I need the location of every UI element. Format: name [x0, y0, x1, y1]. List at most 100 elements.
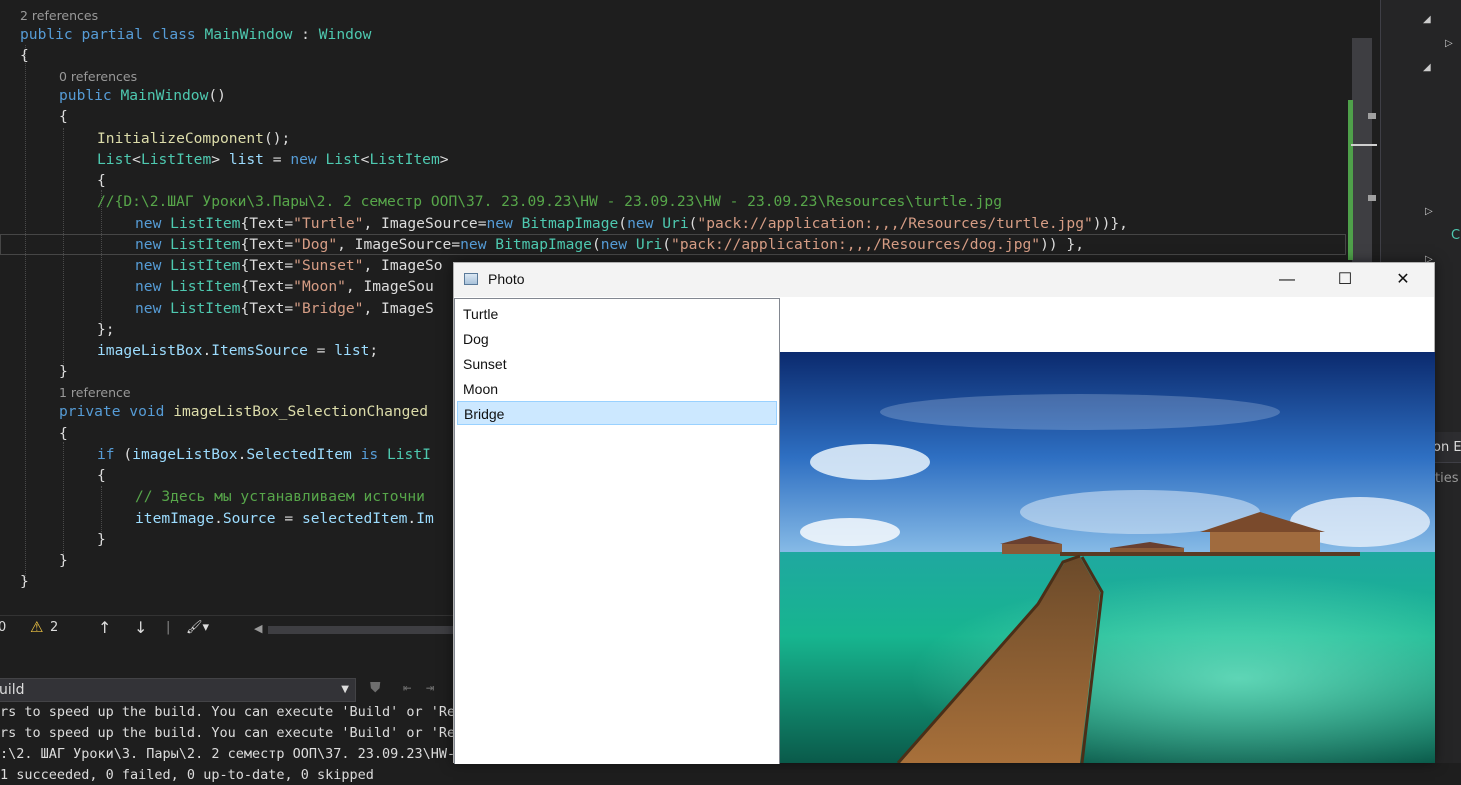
code-token: , ImageSource= — [337, 236, 461, 253]
prev-message-icon[interactable]: ⇤ — [403, 680, 411, 696]
code-token: new — [290, 151, 326, 168]
indent-guide — [63, 128, 64, 368]
editor-status-bar: 0 ⚠ 2 ↑ ↓ | 🖌▾ ◀ — [0, 615, 460, 643]
code-token: ( — [662, 236, 672, 253]
photo-app-window[interactable]: Photo — ☐ ✕ Turtle Dog Sunset Moon Bridg… — [453, 262, 1435, 764]
code-token: SelectedItem — [246, 446, 352, 463]
code-line[interactable]: List<ListItem> list = new List<ListItem> — [97, 149, 449, 170]
code-token: . — [202, 342, 212, 359]
code-token: Source — [222, 510, 276, 527]
output-line: rs to speed up the build. You can execut… — [0, 725, 464, 741]
code-line[interactable]: new ListItem{Text="Dog", ImageSource=new… — [135, 234, 1084, 255]
code-token: = — [307, 342, 335, 359]
code-token: ListItem — [170, 257, 241, 274]
code-token: . — [407, 510, 417, 527]
code-line[interactable]: }; — [97, 319, 115, 340]
code-line[interactable]: new ListItem{Text="Bridge", ImageS — [135, 298, 434, 319]
maximize-button[interactable]: ☐ — [1316, 263, 1374, 297]
expand-down-icon[interactable]: ◢ — [1423, 62, 1431, 73]
code-line[interactable]: } — [59, 550, 68, 571]
list-item-turtle[interactable]: Turtle — [457, 302, 777, 326]
code-line[interactable]: new ListItem{Text="Turtle", ImageSource=… — [135, 213, 1128, 234]
bridge-over-lagoon-photo — [780, 352, 1435, 763]
code-line[interactable]: new ListItem{Text="Sunset", ImageSo — [135, 255, 443, 276]
code-line[interactable]: // Здесь мы устанавливаем источни — [135, 486, 425, 507]
code-token: Im — [416, 510, 434, 527]
output-line: 1 succeeded, 0 failed, 0 up-to-date, 0 s… — [0, 767, 374, 783]
window-titlebar[interactable]: Photo — ☐ ✕ — [454, 263, 1434, 297]
codelens-class-references[interactable]: 2 references — [20, 8, 98, 23]
panel-tab-fragment: ties — [1435, 471, 1459, 486]
code-line[interactable]: public partial class MainWindow : Window — [20, 24, 371, 45]
next-message-icon[interactable]: ⇥ — [426, 680, 434, 696]
code-cleanup-icon[interactable]: 🖌▾ — [186, 620, 209, 635]
code-token: {Text= — [240, 236, 294, 253]
codelens-handler-references[interactable]: 1 reference — [59, 385, 131, 400]
indent-guide — [101, 486, 102, 534]
code-line[interactable]: private void imageListBox_SelectionChang… — [59, 401, 428, 422]
code-line[interactable]: InitializeComponent(); — [97, 128, 290, 149]
close-button[interactable]: ✕ — [1374, 263, 1432, 297]
code-token: )) }, — [1040, 236, 1085, 253]
chevron-down-icon: ▼ — [341, 684, 349, 695]
list-item-bridge[interactable]: Bridge — [457, 401, 777, 425]
error-count[interactable]: 0 — [0, 620, 6, 635]
code-token: new — [600, 236, 636, 253]
arrow-down-icon[interactable]: ↓ — [134, 618, 147, 637]
image-list-box[interactable]: Turtle Dog Sunset Moon Bridge — [454, 298, 780, 764]
code-line[interactable]: } — [20, 571, 29, 592]
code-token: InitializeComponent — [97, 130, 264, 147]
code-token: > — [439, 151, 449, 168]
horizontal-scroll-thumb[interactable] — [268, 626, 458, 634]
indent-guide — [63, 442, 64, 554]
code-line[interactable]: } — [59, 361, 68, 382]
code-token: Uri — [635, 236, 663, 253]
code-line[interactable]: } — [97, 529, 106, 550]
codelens-ctor-references[interactable]: 0 references — [59, 69, 137, 84]
code-token: Uri — [662, 215, 689, 232]
code-line[interactable]: { — [20, 45, 29, 66]
code-line[interactable]: public MainWindow() — [59, 85, 226, 106]
arrow-up-icon[interactable]: ↑ — [98, 618, 111, 637]
code-token: ListItem — [170, 278, 241, 295]
list-item-sunset[interactable]: Sunset — [457, 352, 777, 376]
code-token: new — [135, 278, 171, 295]
code-line[interactable]: new ListItem{Text="Moon", ImageSou — [135, 276, 434, 297]
code-token: public — [59, 87, 121, 104]
code-line[interactable]: { — [97, 465, 106, 486]
code-token: ListItem — [170, 300, 241, 317]
scroll-left-icon[interactable]: ◀ — [254, 622, 262, 635]
code-token: imageListBox — [97, 342, 203, 359]
output-source-value: uild — [0, 682, 25, 698]
code-token: "Moon" — [293, 278, 346, 295]
code-line[interactable]: //{D:\2.ШАГ Уроки\3.Пары\2. 2 семестр ОО… — [97, 191, 1002, 212]
list-item-dog[interactable]: Dog — [457, 327, 777, 351]
code-line[interactable]: { — [59, 423, 68, 444]
code-token: "Bridge" — [293, 300, 364, 317]
expand-down-icon[interactable]: ◢ — [1423, 14, 1431, 25]
code-token: "Dog" — [293, 236, 338, 253]
code-line[interactable]: { — [59, 106, 68, 127]
code-line[interactable]: imageListBox.ItemsSource = list; — [97, 340, 378, 361]
code-token: < — [132, 151, 141, 168]
code-token: ListItem — [140, 151, 212, 168]
find-message-icon[interactable]: ⛊ — [370, 680, 381, 696]
minimize-button[interactable]: — — [1258, 263, 1316, 297]
expand-right-icon[interactable]: ▷ — [1425, 206, 1433, 217]
output-source-select[interactable]: uild ▼ — [0, 678, 356, 702]
code-line[interactable]: if (imageListBox.SelectedItem is ListI — [97, 444, 431, 465]
list-item-moon[interactable]: Moon — [457, 377, 777, 401]
code-token: {Text= — [240, 300, 294, 317]
code-token: = — [263, 151, 291, 168]
code-token: { — [97, 467, 106, 484]
expand-right-icon[interactable]: ▷ — [1445, 38, 1453, 49]
code-token: (); — [263, 130, 291, 147]
code-token: BitmapImage — [521, 215, 619, 232]
scroll-caret-marker — [1351, 144, 1377, 146]
warning-count[interactable]: 2 — [50, 620, 58, 635]
code-token: . — [214, 510, 223, 527]
editor-scroll-thumb[interactable] — [1352, 38, 1372, 268]
code-line[interactable]: { — [97, 170, 106, 191]
code-line[interactable]: itemImage.Source = selectedItem.Im — [135, 508, 434, 529]
code-token: () — [208, 87, 226, 104]
